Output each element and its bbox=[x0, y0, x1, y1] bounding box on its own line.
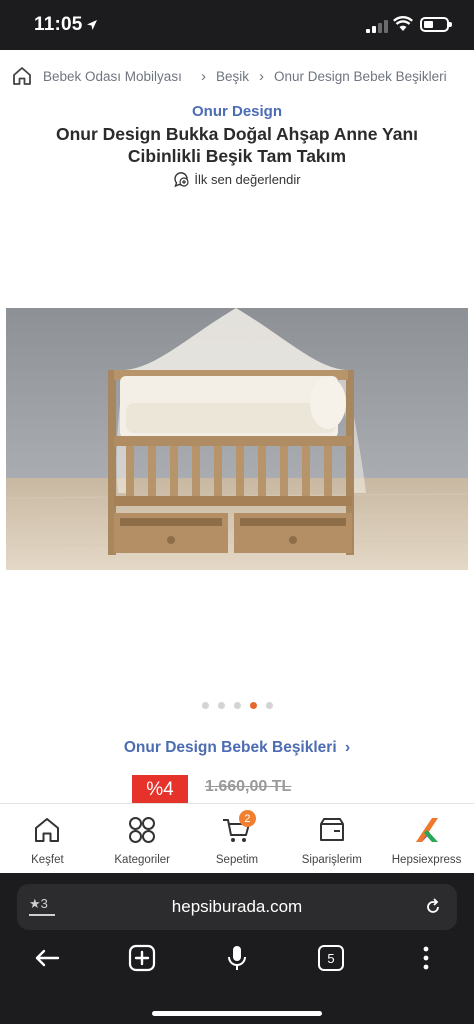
home-indicator bbox=[152, 1011, 322, 1016]
app-bottom-nav: Keşfet Kategoriler 2 Sepetim Siparişleri… bbox=[0, 803, 474, 873]
discount-badge: %4 bbox=[132, 775, 188, 805]
nav-label: Kategoriler bbox=[114, 854, 170, 866]
review-prompt[interactable]: İlk sen değerlendir bbox=[0, 171, 474, 188]
voice-search-button[interactable] bbox=[222, 943, 252, 973]
nav-item-sepetim[interactable]: 2 Sepetim bbox=[190, 804, 285, 873]
status-time: 11:05 bbox=[34, 14, 83, 35]
brand-link[interactable]: Onur Design bbox=[0, 103, 474, 120]
microphone-icon bbox=[228, 946, 246, 970]
cart-count-badge: 2 bbox=[238, 810, 256, 827]
nav-label: Hepsiexpress bbox=[391, 854, 462, 866]
nav-item-hepsiexpress[interactable]: Hepsiexpress bbox=[379, 804, 474, 873]
url-text: hepsiburada.com bbox=[171, 897, 303, 916]
gallery-dot[interactable] bbox=[233, 702, 241, 709]
breadcrumb-item-bebek-odasi[interactable]: Bebek Odası Mobilyası bbox=[43, 69, 191, 84]
price-row: %4 1.660,00 TL bbox=[132, 775, 291, 805]
brand-category-link-label: Onur Design Bebek Beşikleri bbox=[123, 739, 337, 756]
back-button[interactable] bbox=[32, 943, 62, 973]
product-title: Onur Design Bukka Doğal Ahşap Anne Yanı … bbox=[55, 124, 419, 166]
nav-item-kategoriler[interactable]: Kategoriler bbox=[95, 804, 190, 873]
chevron-right-icon: › bbox=[344, 739, 351, 756]
tab-count: 5 bbox=[318, 945, 344, 971]
categories-icon bbox=[129, 817, 156, 843]
home-breadcrumb-icon[interactable] bbox=[11, 65, 33, 87]
gallery-dot-active[interactable] bbox=[249, 702, 257, 709]
nav-label: Keşfet bbox=[31, 854, 64, 866]
brand-category-link[interactable]: Onur Design Bebek Beşikleri › bbox=[0, 739, 474, 757]
gallery-pagination[interactable] bbox=[0, 702, 474, 709]
chevron-right-icon: › bbox=[201, 67, 206, 85]
breadcrumb: Bebek Odası Mobilyası › Beşik › Onur Des… bbox=[0, 62, 474, 90]
plus-square-icon bbox=[128, 944, 156, 972]
gallery-dot[interactable] bbox=[201, 702, 209, 709]
tabs-button[interactable]: 5 bbox=[316, 943, 346, 973]
chevron-right-icon: › bbox=[259, 67, 265, 85]
menu-button[interactable] bbox=[411, 943, 441, 973]
product-image[interactable] bbox=[6, 308, 468, 570]
more-vertical-icon bbox=[423, 946, 429, 970]
battery-icon bbox=[420, 17, 452, 32]
wifi-icon bbox=[393, 16, 413, 31]
reload-icon[interactable] bbox=[423, 897, 443, 917]
status-bar: 11:05 bbox=[0, 0, 474, 50]
hepsiexpress-icon bbox=[415, 818, 438, 842]
cellular-signal-icon bbox=[366, 20, 388, 33]
nav-label: Sepetim bbox=[215, 854, 259, 866]
old-price: 1.660,00 TL bbox=[205, 778, 292, 795]
browser-chrome: ★3 hepsiburada.com 5 bbox=[0, 873, 474, 1024]
review-prompt-text: İlk sen değerlendir bbox=[194, 172, 301, 187]
home-icon bbox=[35, 818, 60, 842]
location-arrow-icon bbox=[87, 20, 97, 30]
gallery-dot[interactable] bbox=[217, 702, 225, 709]
new-tab-button[interactable] bbox=[127, 943, 157, 973]
nav-item-siparislerim[interactable]: Siparişlerim bbox=[284, 804, 379, 873]
orders-icon bbox=[319, 818, 344, 841]
gallery-dot[interactable] bbox=[265, 702, 273, 709]
crib-photo bbox=[6, 308, 468, 570]
back-arrow-icon bbox=[35, 949, 60, 967]
add-review-icon bbox=[174, 172, 189, 188]
address-bar[interactable]: ★3 hepsiburada.com bbox=[17, 884, 457, 930]
page: 11:05 Bebek Odası Mobilyası › Beşik › On… bbox=[0, 0, 474, 1024]
nav-label: Siparişlerim bbox=[301, 854, 362, 866]
breadcrumb-item-brand-category[interactable]: Onur Design Bebek Beşikleri bbox=[274, 69, 447, 84]
breadcrumb-item-besik[interactable]: Beşik bbox=[216, 69, 249, 84]
nav-item-kesfet[interactable]: Keşfet bbox=[0, 804, 95, 873]
